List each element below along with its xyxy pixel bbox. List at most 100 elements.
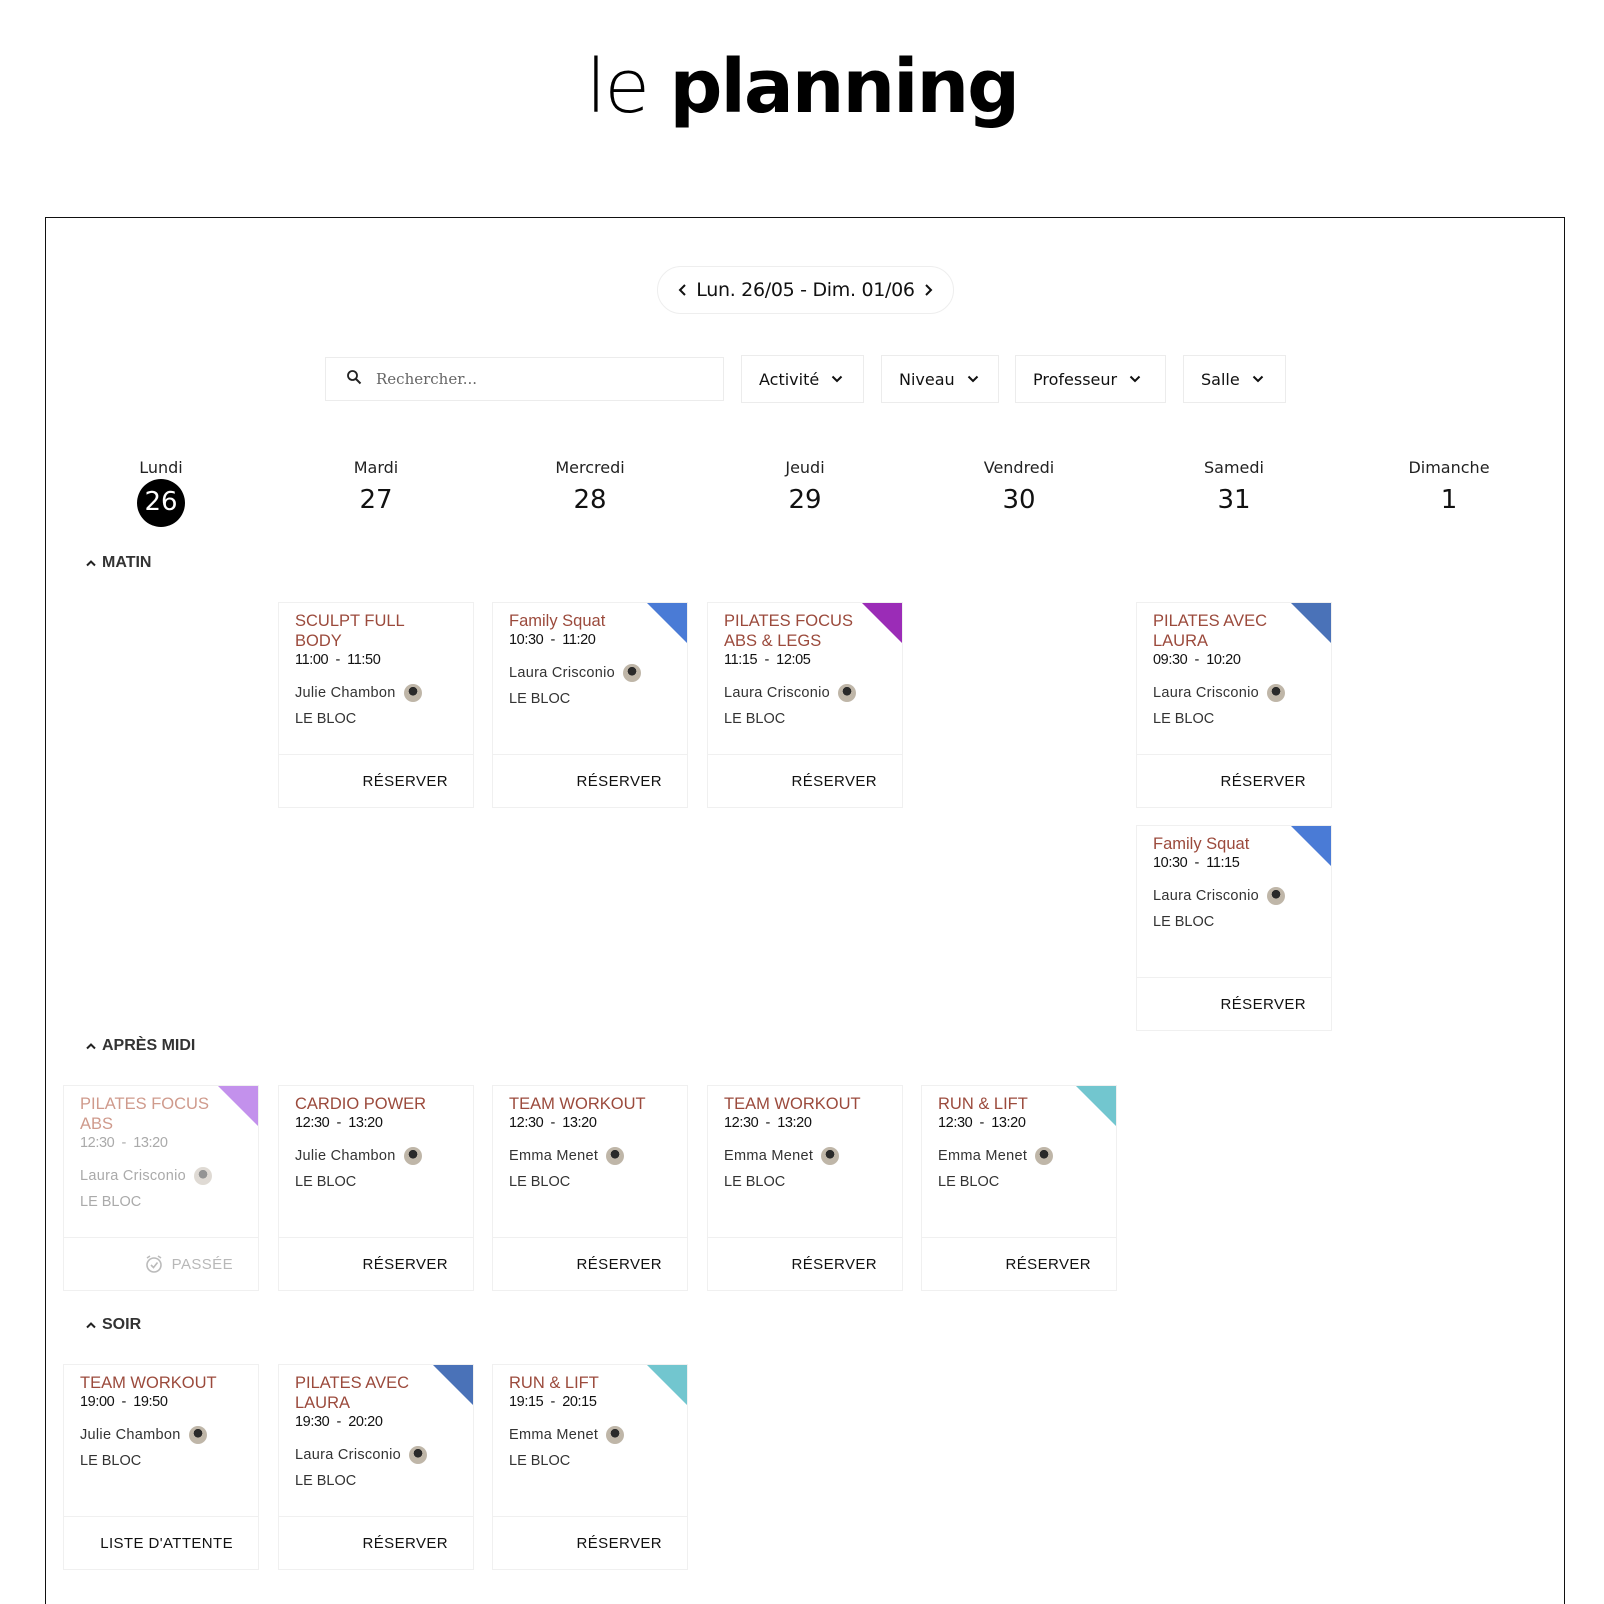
day-number: 27: [359, 485, 393, 515]
reserve-button[interactable]: RÉSERVER: [279, 1237, 473, 1290]
class-card[interactable]: PILATES AVEC LAURA 19:30 - 20:20 Laura Cri…: [278, 1364, 474, 1570]
week-range-label: Lun. 26/05 - Dim. 01/06: [696, 279, 915, 301]
section-toggle-apres-midi[interactable]: APRÈS MIDI: [85, 1037, 195, 1055]
category-corner-tag: [433, 1365, 473, 1405]
chevron-right-icon[interactable]: [917, 279, 939, 301]
reserve-button[interactable]: RÉSERVER: [708, 1237, 902, 1290]
day-number: 28: [573, 485, 607, 515]
reserve-button[interactable]: RÉSERVER: [922, 1237, 1116, 1290]
class-room: LE BLOC: [295, 1174, 357, 1190]
class-title: CARDIO POWER: [295, 1095, 427, 1113]
class-coach: Laura Crisconio: [80, 1167, 242, 1185]
class-card-body: TEAM WORKOUT 19:00 - 19:50 Julie Chambon LE…: [64, 1365, 258, 1469]
avatar: [1267, 684, 1286, 702]
class-card[interactable]: TEAM WORKOUT 12:30 - 13:20 Emma Menet LE BL…: [707, 1085, 903, 1291]
class-title: SCULPT FULL BODY: [295, 612, 405, 650]
chevron-down-icon: [1252, 374, 1264, 384]
class-coach: Laura Crisconio: [724, 684, 886, 702]
filter-salle[interactable]: Salle: [1183, 355, 1286, 403]
category-corner-tag: [862, 603, 902, 643]
day-column-mardi[interactable]: Mardi 27: [278, 458, 474, 529]
reserve-button[interactable]: RÉSERVER: [279, 754, 473, 807]
reserve-button[interactable]: RÉSERVER: [1137, 977, 1331, 1030]
section-label: APRÈS MIDI: [102, 1037, 196, 1054]
action-label: RÉSERVER: [791, 772, 877, 790]
day-column-lundi[interactable]: Lundi 26: [63, 458, 259, 527]
day-column-mercredi[interactable]: Mercredi 28: [492, 458, 688, 529]
page-title-light: le: [585, 44, 650, 130]
reserve-button[interactable]: RÉSERVER: [493, 1237, 687, 1290]
filter-activite[interactable]: Activité: [741, 355, 864, 403]
chevron-left-icon[interactable]: [672, 279, 694, 301]
day-column-vendredi[interactable]: Vendredi 30: [921, 458, 1117, 529]
coach-name: Laura Crisconio: [1153, 888, 1260, 904]
class-card[interactable]: RUN & LIFT 12:30 - 13:20 Emma Menet LE BLOC…: [921, 1085, 1117, 1291]
class-card[interactable]: TEAM WORKOUT 19:00 - 19:50 Julie Chambon LE…: [63, 1364, 259, 1570]
class-room: LE BLOC: [1153, 914, 1215, 930]
section-toggle-matin[interactable]: MATIN: [85, 554, 151, 572]
filter-label: Activité: [759, 369, 820, 389]
class-card[interactable]: PILATES FOCUS ABS & LEGS 11:15 - 12:05 Lau…: [707, 602, 903, 808]
day-column-samedi[interactable]: Samedi 31: [1136, 458, 1332, 529]
page-title: le planning: [0, 44, 1604, 130]
day-number: 31: [1217, 485, 1251, 515]
search-input[interactable]: [376, 370, 696, 388]
day-column-jeudi[interactable]: Jeudi 29: [707, 458, 903, 529]
day-name: Lundi: [139, 458, 183, 477]
filter-label: Professeur: [1033, 369, 1118, 389]
class-card-body: CARDIO POWER 12:30 - 13:20 Julie Chambon LE…: [279, 1086, 473, 1190]
chevron-down-icon: [967, 374, 979, 384]
avatar: [623, 664, 642, 682]
reserve-button[interactable]: RÉSERVER: [493, 754, 687, 807]
class-card[interactable]: Family Squat 10:30 - 11:20 Laura Crisconio…: [492, 602, 688, 808]
class-title: TEAM WORKOUT: [80, 1374, 217, 1392]
category-corner-tag: [218, 1086, 258, 1126]
filter-professeur[interactable]: Professeur: [1015, 355, 1166, 403]
class-card[interactable]: Family Squat 10:30 - 11:15 Laura Crisconio…: [1136, 825, 1332, 1031]
class-card[interactable]: RUN & LIFT 19:15 - 20:15 Emma Menet LE BLOC…: [492, 1364, 688, 1570]
coach-name: Laura Crisconio: [724, 685, 831, 701]
class-room: LE BLOC: [80, 1194, 142, 1210]
section-toggle-soir[interactable]: SOIR: [85, 1316, 141, 1334]
coach-name: Emma Menet: [509, 1427, 599, 1443]
avatar: [838, 684, 857, 702]
chevron-up-icon: [85, 1320, 97, 1330]
class-room: LE BLOC: [1153, 711, 1215, 727]
day-column-dimanche[interactable]: Dimanche 1: [1351, 458, 1547, 529]
class-room: LE BLOC: [724, 1174, 786, 1190]
action-label: RÉSERVER: [576, 1255, 662, 1273]
avatar: [403, 684, 422, 702]
class-coach: Emma Menet: [509, 1426, 671, 1444]
coach-name: Julie Chambon: [295, 1148, 396, 1164]
category-corner-tag: [1076, 1086, 1116, 1126]
class-coach: Laura Crisconio: [509, 664, 671, 682]
section-label: MATIN: [102, 554, 152, 571]
class-coach: Emma Menet: [509, 1147, 671, 1165]
avatar: [821, 1147, 840, 1165]
class-room: LE BLOC: [724, 711, 786, 727]
class-card[interactable]: PILATES AVEC LAURA 09:30 - 10:20 Laura Cri…: [1136, 602, 1332, 808]
chevron-up-icon: [85, 1041, 97, 1051]
class-coach: Julie Chambon: [295, 1147, 457, 1165]
waitlist-button[interactable]: LISTE D'ATTENTE: [64, 1516, 258, 1569]
action-label: RÉSERVER: [362, 1255, 448, 1273]
reserve-button[interactable]: RÉSERVER: [493, 1516, 687, 1569]
class-coach: Laura Crisconio: [1153, 684, 1315, 702]
class-room: LE BLOC: [295, 711, 357, 727]
day-number-today: 26: [137, 479, 185, 527]
class-card[interactable]: SCULPT FULL BODY 11:00 - 11:50 Julie Chamb…: [278, 602, 474, 808]
day-name: Dimanche: [1408, 458, 1490, 477]
day-number: 29: [788, 485, 822, 515]
reserve-button[interactable]: RÉSERVER: [708, 754, 902, 807]
class-coach: Emma Menet: [938, 1147, 1100, 1165]
class-room: LE BLOC: [509, 1174, 571, 1190]
class-card[interactable]: CARDIO POWER 12:30 - 13:20 Julie Chambon LE…: [278, 1085, 474, 1291]
class-card[interactable]: TEAM WORKOUT 12:30 - 13:20 Emma Menet LE BL…: [492, 1085, 688, 1291]
filter-niveau[interactable]: Niveau: [881, 355, 999, 403]
class-card[interactable]: PILATES FOCUS ABS 12:30 - 13:20 Laura Cris…: [63, 1085, 259, 1291]
avatar: [1035, 1147, 1054, 1165]
reserve-button[interactable]: RÉSERVER: [279, 1516, 473, 1569]
reserve-button[interactable]: RÉSERVER: [1137, 754, 1331, 807]
action-label: RÉSERVER: [1220, 995, 1306, 1013]
class-card-body: TEAM WORKOUT 12:30 - 13:20 Emma Menet LE BL…: [493, 1086, 687, 1190]
